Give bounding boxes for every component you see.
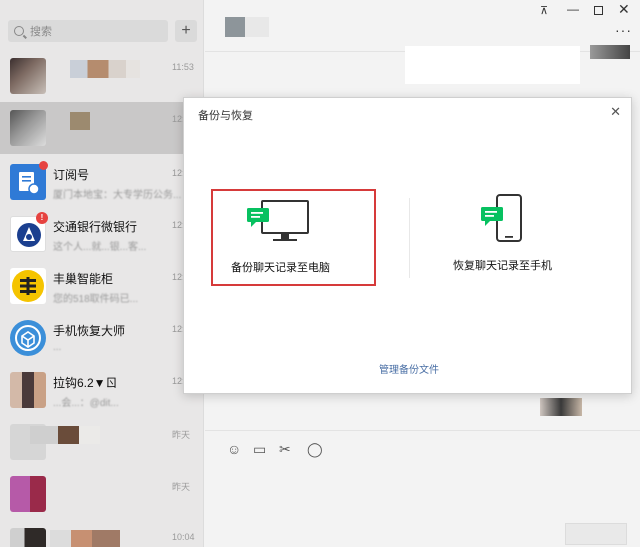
blurred-name (50, 530, 120, 547)
search-icon (14, 26, 24, 36)
input-area: ☺ ▭ ✂ ◯ (205, 430, 640, 547)
message-bubble (405, 46, 580, 84)
manage-backup-files-link[interactable]: 管理备份文件 (379, 361, 439, 376)
sender-avatar (590, 45, 630, 59)
chat-time: 昨天 (172, 482, 191, 492)
backup-to-pc-option[interactable]: 备份聊天记录至电脑 (211, 189, 376, 286)
chat-name: 丰巢智能柜 (53, 272, 114, 286)
chat-time: 10:04 (172, 532, 195, 542)
chat-time: 11:53 (172, 62, 194, 72)
scissors-icon[interactable]: ✂ (279, 441, 291, 458)
chat-preview: 这个人...就...银...客... (53, 242, 147, 253)
chat-list-item[interactable]: 11:53 (0, 50, 203, 102)
unread-badge: ! (36, 212, 48, 224)
chat-list-item[interactable]: 10:04 (0, 520, 203, 547)
more-icon[interactable]: ··· (615, 22, 632, 38)
group-avatar (10, 372, 46, 408)
minimize-button[interactable]: — (567, 2, 579, 16)
chat-list-sidebar: 搜索 + 11:53 12: 订阅号 厦门本地宝：大专学历公务... 12: !… (0, 0, 204, 547)
chat-list-item[interactable]: 手机恢复大师 ... 12: (0, 312, 203, 364)
recovery-app-icon (10, 320, 46, 356)
add-chat-button[interactable]: + (175, 20, 197, 42)
avatar (10, 110, 46, 146)
chat-name: 交通银行微银行 (53, 220, 138, 234)
send-button[interactable] (565, 523, 627, 545)
chat-list-item[interactable]: 拉钩6.2▼ㄖ ...会...：@dit... 12: (0, 364, 203, 416)
chat-name: 手机恢复大师 (53, 324, 126, 338)
backup-to-pc-label: 备份聊天记录至电脑 (231, 262, 330, 274)
blurred-name (70, 60, 140, 78)
blurred-name (30, 426, 100, 444)
chat-name: 拉钩6.2▼ㄖ (53, 376, 118, 390)
chat-preview: 您的518取件码已... (53, 294, 139, 305)
close-window-button[interactable]: ✕ (618, 1, 630, 18)
chat-name: 订阅号 (53, 168, 90, 182)
phone-icon (481, 194, 522, 242)
folder-icon[interactable]: ▭ (253, 441, 266, 458)
close-icon[interactable]: ✕ (610, 104, 621, 120)
chat-header: ⊼ — ✕ ··· (205, 0, 640, 52)
avatar (10, 528, 46, 547)
chat-history-icon[interactable]: ◯ (307, 441, 323, 458)
chat-list-item[interactable]: 订阅号 厦门本地宝：大专学历公务... 12: (0, 156, 203, 208)
chat-list-item[interactable]: 丰巢智能柜 您的518取件码已... 12: (0, 260, 203, 312)
avatar (10, 476, 46, 512)
chat-time: 昨天 (172, 430, 191, 440)
sender-avatar (540, 398, 582, 416)
chat-list-item[interactable]: ! 交通银行微银行 这个人...就...银...客... 12: (0, 208, 203, 260)
emoji-icon[interactable]: ☺ (227, 441, 241, 457)
monitor-icon (247, 200, 309, 241)
chat-preview: ...会...：@dit... (53, 398, 119, 409)
search-placeholder: 搜索 (30, 26, 52, 38)
dialog-title: 备份与恢复 (198, 110, 253, 122)
pin-window-button[interactable]: ⊼ (540, 4, 548, 17)
restore-to-phone-option[interactable]: 恢复聊天记录至手机 (429, 189, 599, 286)
blurred-name (70, 112, 90, 130)
chat-list-item-selected[interactable]: 12: (0, 102, 203, 154)
unread-dot (39, 161, 48, 170)
locker-logo-icon (10, 268, 46, 304)
chat-list-item[interactable]: 昨天 (0, 416, 203, 468)
backup-restore-dialog: 备份与恢复 ✕ 备份聊天记录至电脑 恢复聊天记录至手机 管理备份文件 (183, 97, 632, 394)
restore-to-phone-label: 恢复聊天记录至手机 (453, 260, 552, 272)
chat-preview: ... (53, 342, 62, 353)
search-input[interactable]: 搜索 (8, 20, 168, 42)
chat-preview: 厦门本地宝：大专学历公务... (53, 190, 182, 201)
avatar (10, 58, 46, 94)
divider (409, 198, 410, 278)
chat-list-item[interactable]: 昨天 (0, 468, 203, 520)
blurred-chat-title (225, 17, 269, 37)
maximize-button[interactable] (594, 6, 603, 15)
